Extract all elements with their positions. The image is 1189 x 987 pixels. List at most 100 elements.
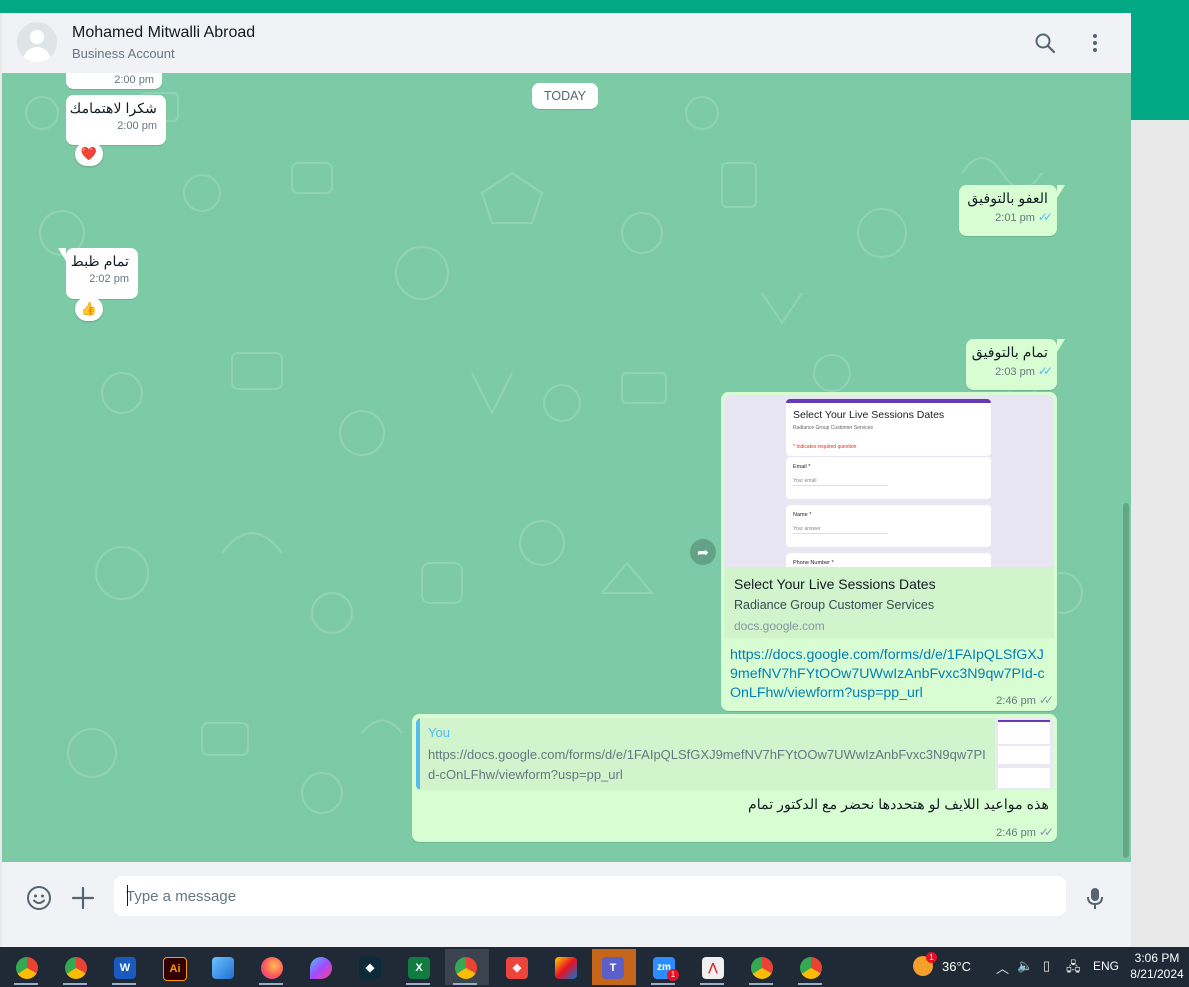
reaction-heart[interactable]: ❤️ bbox=[75, 142, 103, 166]
link-preview-image[interactable]: Select Your Live Sessions Dates Radiance… bbox=[724, 395, 1054, 567]
taskbar-excel[interactable]: X bbox=[398, 949, 438, 985]
illustrator-icon: Ai bbox=[163, 957, 187, 981]
form-field-card: Email * Your email bbox=[786, 457, 991, 499]
chrome-icon bbox=[16, 957, 38, 979]
window-side-panel bbox=[1131, 120, 1189, 947]
message-link-preview[interactable]: Select Your Live Sessions Dates Radiance… bbox=[721, 392, 1057, 711]
text-caret bbox=[127, 885, 128, 906]
chrome-a-icon bbox=[800, 957, 822, 979]
taskbar-anydesk[interactable]: ◈ bbox=[496, 949, 536, 985]
chevron-up-icon[interactable]: ︿ bbox=[996, 958, 1009, 977]
battery-icon[interactable]: ▯ bbox=[1043, 958, 1050, 974]
taskbar-teams[interactable]: T bbox=[592, 949, 636, 985]
droplet-icon bbox=[310, 957, 332, 979]
message-incoming[interactable]: تمام ظبط 2:02 pm bbox=[58, 248, 138, 299]
chat-header[interactable]: Mohamed Mitwalli Abroad Business Account bbox=[2, 13, 1131, 74]
form-field-card: Name * Your answer bbox=[786, 505, 991, 547]
taskbar-chrome-active[interactable] bbox=[445, 949, 489, 985]
link-preview-domain: docs.google.com bbox=[734, 619, 825, 633]
message-text: العفو بالتوفيق bbox=[967, 191, 1048, 207]
quoted-thumbnail bbox=[995, 718, 1053, 790]
taskbar-media[interactable] bbox=[545, 949, 585, 985]
chat-area[interactable]: TODAY 2:00 pm شكرا لاهتمامك 2:00 pm ❤️ ا… bbox=[2, 73, 1131, 862]
weather-widget[interactable]: 1 36°C bbox=[908, 947, 983, 987]
system-clock[interactable]: 3:06 PM 8/21/2024 bbox=[1130, 950, 1184, 982]
media-icon bbox=[555, 957, 577, 979]
taskbar-chrome-2[interactable] bbox=[741, 949, 781, 985]
taskbar-word[interactable]: W bbox=[104, 949, 144, 985]
message-outgoing[interactable]: تمام بالتوفيق 2:03 pm ✓✓ bbox=[966, 339, 1065, 390]
windows-taskbar: W Ai ◆ X ◈ T zm 1 ⋀ 1 36°C ︿ 🔈 ▯ 🖧 ENG 3:… bbox=[0, 947, 1189, 987]
taskbar-chrome-a[interactable] bbox=[790, 949, 830, 985]
window-top-bar bbox=[0, 0, 1189, 13]
taskbar-illustrator[interactable]: Ai bbox=[153, 949, 193, 985]
contact-name[interactable]: Mohamed Mitwalli Abroad bbox=[72, 24, 255, 42]
message-time: 2:00 pm bbox=[114, 74, 154, 86]
message-time: 2:46 pm bbox=[996, 695, 1036, 707]
window-side-bar bbox=[1131, 0, 1189, 120]
acrobat-icon: ⋀ bbox=[702, 957, 724, 979]
message-text: هذه مواعيد اللايف لو هتحددها نحضر مع الد… bbox=[747, 797, 1049, 813]
weather-badge: 1 bbox=[926, 952, 937, 963]
anydesk-icon: ◈ bbox=[506, 957, 528, 979]
message-text: تمام بالتوفيق bbox=[971, 345, 1048, 361]
read-ticks-icon: ✓✓ bbox=[1037, 210, 1053, 224]
message-incoming[interactable]: 2:00 pm bbox=[66, 73, 162, 89]
paint-icon bbox=[212, 957, 234, 979]
delivered-ticks-icon: ✓✓ bbox=[1038, 825, 1054, 839]
chrome-user-icon bbox=[455, 957, 477, 979]
link-preview-description: Radiance Group Customer Services bbox=[734, 598, 935, 612]
temperature: 36°C bbox=[942, 959, 972, 974]
menu-icon[interactable] bbox=[1083, 31, 1107, 55]
message-time: 2:00 pm bbox=[117, 120, 157, 132]
message-outgoing[interactable]: العفو بالتوفيق 2:01 pm ✓✓ bbox=[959, 185, 1065, 236]
message-reply[interactable]: You https://docs.google.com/forms/d/e/1F… bbox=[412, 714, 1057, 842]
message-incoming[interactable]: شكرا لاهتمامك 2:00 pm bbox=[66, 95, 166, 145]
chat-scrollbar[interactable] bbox=[1123, 503, 1129, 858]
language-indicator[interactable]: ENG bbox=[1093, 959, 1119, 973]
read-ticks-icon: ✓✓ bbox=[1037, 364, 1053, 378]
forward-icon[interactable]: ➦ bbox=[690, 539, 716, 565]
teams-icon: T bbox=[602, 957, 624, 979]
attach-plus-icon[interactable] bbox=[70, 885, 96, 911]
contact-subtitle: Business Account bbox=[72, 46, 175, 61]
message-time: 2:03 pm bbox=[995, 366, 1035, 378]
message-composer bbox=[2, 862, 1131, 934]
message-input[interactable] bbox=[114, 876, 1066, 916]
chrome-icon bbox=[751, 957, 773, 979]
message-text: تمام ظبط bbox=[70, 254, 129, 270]
volume-icon[interactable]: 🔈 bbox=[1017, 958, 1033, 974]
microphone-icon[interactable] bbox=[1082, 885, 1108, 911]
link-preview-info[interactable]: Select Your Live Sessions Dates Radiance… bbox=[724, 567, 1054, 638]
quoted-message[interactable]: You https://docs.google.com/forms/d/e/1F… bbox=[416, 718, 1053, 790]
word-icon: W bbox=[114, 957, 136, 979]
taskbar-acrobat[interactable]: ⋀ bbox=[692, 949, 732, 985]
date-divider: TODAY bbox=[532, 83, 598, 109]
delivered-ticks-icon: ✓✓ bbox=[1038, 693, 1054, 707]
taskbar-paint[interactable] bbox=[202, 949, 242, 985]
form-header-card: Select Your Live Sessions Dates Radiance… bbox=[786, 399, 991, 456]
reaction-thumbs-up[interactable]: 👍 bbox=[75, 297, 103, 321]
taskbar-droplet[interactable] bbox=[300, 949, 340, 985]
message-time: 2:02 pm bbox=[89, 273, 129, 285]
avatar[interactable] bbox=[17, 22, 57, 62]
message-time: 2:01 pm bbox=[995, 212, 1035, 224]
message-text: شكرا لاهتمامك bbox=[69, 101, 157, 117]
chrome-profile-icon bbox=[65, 957, 87, 979]
form-field-card: Phone Number * bbox=[786, 553, 991, 567]
whatsapp-window: Mohamed Mitwalli Abroad Business Account bbox=[2, 13, 1131, 947]
taskbar-chrome[interactable] bbox=[6, 949, 46, 985]
excel-icon: X bbox=[408, 957, 430, 979]
taskbar-filmora[interactable]: ◆ bbox=[349, 949, 389, 985]
firefox-icon bbox=[261, 957, 283, 979]
notification-badge: 1 bbox=[667, 969, 679, 981]
network-icon[interactable]: 🖧 bbox=[1066, 958, 1081, 980]
search-icon[interactable] bbox=[1033, 31, 1057, 55]
taskbar-zoom[interactable]: zm 1 bbox=[643, 949, 683, 985]
emoji-icon[interactable] bbox=[26, 885, 52, 911]
filmora-icon: ◆ bbox=[359, 957, 381, 979]
taskbar-firefox[interactable] bbox=[251, 949, 291, 985]
quoted-text: https://docs.google.com/forms/d/e/1FAIpQ… bbox=[428, 747, 986, 782]
clock-time: 3:06 PM bbox=[1134, 951, 1180, 965]
taskbar-chrome-profile[interactable] bbox=[55, 949, 95, 985]
